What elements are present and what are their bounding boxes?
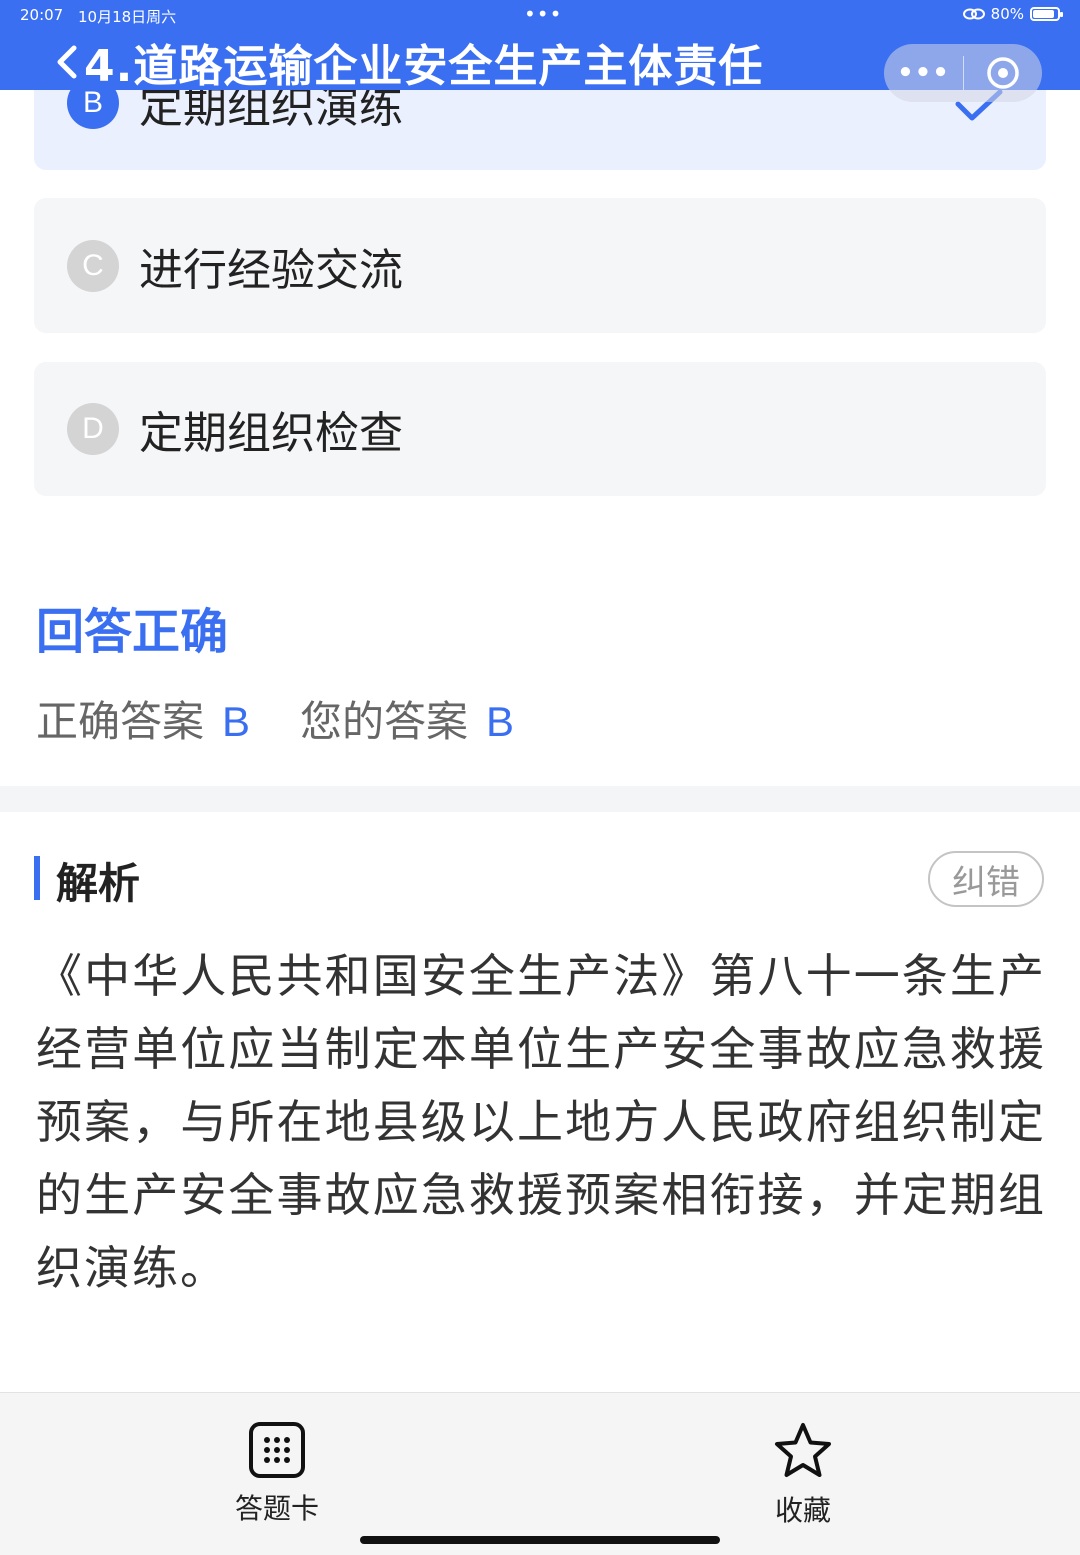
answer-card-button[interactable]: 答题卡 bbox=[222, 1421, 332, 1527]
option-d[interactable]: D 定期组织检查 bbox=[34, 362, 1046, 496]
page-title: 4.道路运输企业安全生产主体责任 bbox=[84, 41, 764, 92]
option-text: 定期组织检查 bbox=[139, 408, 403, 459]
multitask-dots[interactable]: ••• bbox=[524, 2, 562, 26]
status-bar: 20:07 10月18日周六 ••• 80% bbox=[0, 0, 1080, 30]
grid-icon bbox=[249, 1422, 305, 1478]
option-c[interactable]: C 进行经验交流 bbox=[34, 198, 1046, 333]
correct-answer-label: 正确答案 bbox=[36, 697, 205, 746]
section-divider bbox=[0, 786, 1080, 812]
option-letter: C bbox=[67, 239, 119, 292]
your-answer-label: 您的答案 bbox=[300, 697, 469, 746]
favorite-button[interactable]: 收藏 bbox=[748, 1421, 858, 1529]
option-text: 进行经验交流 bbox=[139, 244, 403, 296]
status-time: 20:07 bbox=[20, 6, 64, 24]
correct-answer-value: B bbox=[222, 698, 251, 745]
close-button[interactable] bbox=[964, 55, 1042, 91]
home-indicator bbox=[360, 1536, 720, 1544]
result-title: 回答正确 bbox=[36, 604, 229, 660]
mini-program-capsule: ••• bbox=[884, 44, 1042, 102]
option-letter: D bbox=[67, 403, 119, 455]
battery-fill bbox=[1033, 10, 1054, 18]
status-right: 80% bbox=[962, 5, 1063, 23]
analysis-title: 解析 bbox=[56, 859, 141, 908]
back-icon[interactable] bbox=[48, 40, 88, 80]
battery-icon bbox=[1030, 7, 1063, 21]
analysis-accent-bar bbox=[34, 856, 40, 900]
more-button[interactable]: ••• bbox=[884, 58, 963, 88]
your-answer-value: B bbox=[486, 698, 515, 745]
favorite-label: 收藏 bbox=[774, 1494, 831, 1527]
answer-card-label: 答题卡 bbox=[234, 1492, 319, 1525]
star-icon bbox=[775, 1423, 831, 1477]
analysis-text: 《中华人民共和国安全生产法》第八十一条生产经营单位应当制定本单位生产安全事故应急… bbox=[36, 949, 1046, 1295]
link-icon bbox=[962, 8, 985, 20]
target-icon bbox=[987, 57, 1019, 89]
report-error-button[interactable]: 纠错 bbox=[928, 851, 1044, 907]
bottom-toolbar: 答题卡 收藏 bbox=[0, 1392, 1080, 1555]
answer-summary: 正确答案 B 您的答案 B bbox=[36, 688, 514, 749]
battery-percent: 80% bbox=[990, 5, 1024, 23]
status-date: 10月18日周六 bbox=[78, 8, 177, 26]
